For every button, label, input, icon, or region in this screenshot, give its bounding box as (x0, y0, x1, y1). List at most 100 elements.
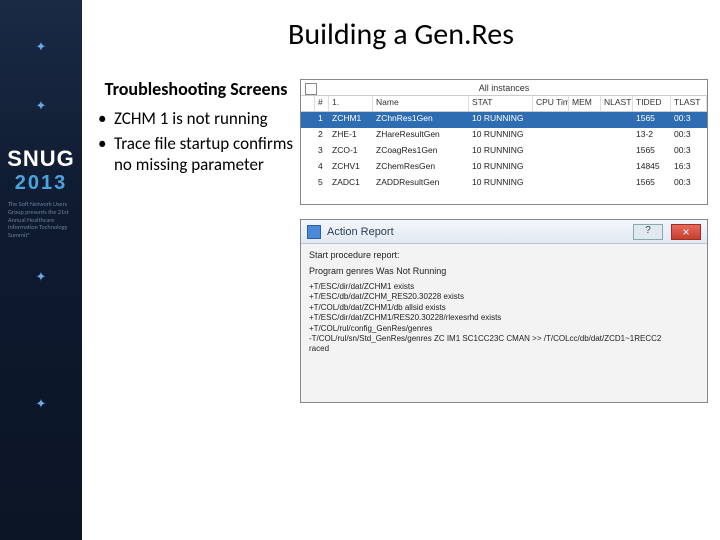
bullet-text: Trace file startup confirms no missing p… (114, 133, 294, 176)
slide: ✦ ✦ SNUG 2013 The Soft Network Users Gro… (0, 0, 720, 540)
col-header: TIDED (633, 96, 671, 111)
star-icon: ✦ (36, 397, 47, 412)
report-line: raced (309, 344, 699, 354)
table-cell: ZCHM1 (329, 112, 373, 128)
process-table-screenshot: All instances # 1. Name STAT CPU Time ME… (300, 79, 708, 205)
report-line: +T/ESC/db/dat/ZCHM_RES20.30228 exists (309, 292, 699, 302)
table-cell (301, 144, 315, 160)
table-cell (301, 128, 315, 144)
logo-year: 2013 (0, 172, 82, 195)
table-cell (569, 112, 601, 128)
table-cell: 1565 (633, 176, 671, 192)
star-icon: ✦ (36, 270, 47, 285)
table-cell (301, 160, 315, 176)
slide-body: Troubleshooting Screens • ZCHM 1 is not … (94, 79, 708, 403)
star-icon: ✦ (36, 40, 47, 55)
table-cell (301, 112, 315, 128)
col-header: CPU Time (533, 96, 569, 111)
table-cell: 00:3 (671, 112, 707, 128)
table-row[interactable]: 5ZADC1ZADDResultGen10 RUNNING156500:3 (301, 176, 707, 192)
table-cell: 10 RUNNING (469, 160, 533, 176)
table-rows: 1ZCHM1ZChnRes1Gen10 RUNNING156500:32ZHE-… (301, 112, 707, 192)
table-cell (569, 128, 601, 144)
table-row[interactable]: 4ZCHV1ZChemResGen10 RUNNING 1484516:3 (301, 160, 707, 176)
logo-tagline: The Soft Network Users Group presents th… (0, 201, 82, 240)
table-cell: 4 (315, 160, 329, 176)
table-cell: 10 RUNNING (469, 112, 533, 128)
table-cell (601, 176, 633, 192)
table-cell (601, 160, 633, 176)
col-header: Name (373, 96, 469, 111)
table-row[interactable]: 1ZCHM1ZChnRes1Gen10 RUNNING156500:3 (301, 112, 707, 128)
table-cell: 10 RUNNING (469, 176, 533, 192)
star-icon: ✦ (36, 99, 47, 114)
report-line: +T/COL/rul/config_GenRes/genres (309, 324, 699, 334)
table-cell: 2 (315, 128, 329, 144)
table-cell: 1 (315, 112, 329, 128)
table-cell: ZChemResGen (373, 160, 469, 176)
bullet-text: ZCHM 1 is not running (114, 108, 294, 129)
window-body: Start procedure report: Program genres W… (301, 244, 707, 402)
report-line: +T/ESC/dir/dat/ZCHM1 exists (309, 282, 699, 292)
help-button[interactable] (633, 224, 663, 240)
close-button[interactable] (671, 224, 701, 240)
table-title: All instances (301, 80, 707, 96)
screenshot-panels: All instances # 1. Name STAT CPU Time ME… (300, 79, 708, 403)
bullet-icon: • (98, 108, 114, 129)
report-status: Program genres Was Not Running (309, 266, 699, 276)
table-cell: ZADC1 (329, 176, 373, 192)
table-cell: ZADDResultGen (373, 176, 469, 192)
table-cell: 00:3 (671, 128, 707, 144)
slide-title: Building a Gen.Res (94, 16, 708, 53)
table-cell (533, 160, 569, 176)
table-cell (301, 176, 315, 192)
table-cell (569, 160, 601, 176)
slide-main: Building a Gen.Res Troubleshooting Scree… (82, 0, 720, 540)
col-header: NLAST (601, 96, 633, 111)
col-header (301, 96, 315, 111)
table-cell (533, 112, 569, 128)
table-cell: 10 RUNNING (469, 128, 533, 144)
window-title: Action Report (327, 226, 625, 238)
col-header: MEM (569, 96, 601, 111)
table-cell (601, 144, 633, 160)
table-cell (533, 128, 569, 144)
col-header: 1. (329, 96, 373, 111)
col-header: STAT (469, 96, 533, 111)
table-cell: ZCHV1 (329, 160, 373, 176)
table-header-row: # 1. Name STAT CPU Time MEM NLAST TIDED … (301, 96, 707, 112)
table-cell: ZHareResultGen (373, 128, 469, 144)
table-cell: 5 (315, 176, 329, 192)
table-cell: 13-2 (633, 128, 671, 144)
col-header: TLAST (671, 96, 707, 111)
table-cell: ZCO-1 (329, 144, 373, 160)
table-row[interactable]: 2ZHE-1ZHareResultGen10 RUNNING 13-200:3 (301, 128, 707, 144)
table-cell (569, 176, 601, 192)
table-cell: 3 (315, 144, 329, 160)
table-cell: 16:3 (671, 160, 707, 176)
table-cell: 00:3 (671, 144, 707, 160)
report-line: +T/ESC/dir/dat/ZCHM1/RES20.30228/rlexesr… (309, 313, 699, 323)
report-line: -T/COL/rul/sn/Std_GenRes/genres ZC IM1 S… (309, 334, 699, 344)
table-cell: ZChnRes1Gen (373, 112, 469, 128)
table-cell (533, 144, 569, 160)
table-cell: ZHE-1 (329, 128, 373, 144)
report-line: +T/COL/db/dat/ZCHM1/db allsid exists (309, 303, 699, 313)
table-cell: 14845 (633, 160, 671, 176)
bullet-icon: • (98, 133, 114, 176)
table-cell (569, 144, 601, 160)
report-heading: Start procedure report: (309, 250, 699, 260)
bullet-item: • Trace file startup confirms no missing… (98, 133, 294, 176)
subtitle: Troubleshooting Screens (98, 79, 294, 100)
sidebar: ✦ ✦ SNUG 2013 The Soft Network Users Gro… (0, 0, 82, 540)
table-row[interactable]: 3ZCO-1ZCoagRes1Gen10 RUNNING156500:3 (301, 144, 707, 160)
table-cell: 10 RUNNING (469, 144, 533, 160)
col-header: # (315, 96, 329, 111)
window-icon (307, 225, 321, 239)
logo-text: SNUG (0, 146, 82, 172)
table-cell (601, 128, 633, 144)
text-column: Troubleshooting Screens • ZCHM 1 is not … (94, 79, 294, 403)
logo: SNUG 2013 The Soft Network Users Group p… (0, 146, 82, 240)
action-report-window: Action Report Start procedure report: Pr… (300, 219, 708, 403)
table-cell (601, 112, 633, 128)
